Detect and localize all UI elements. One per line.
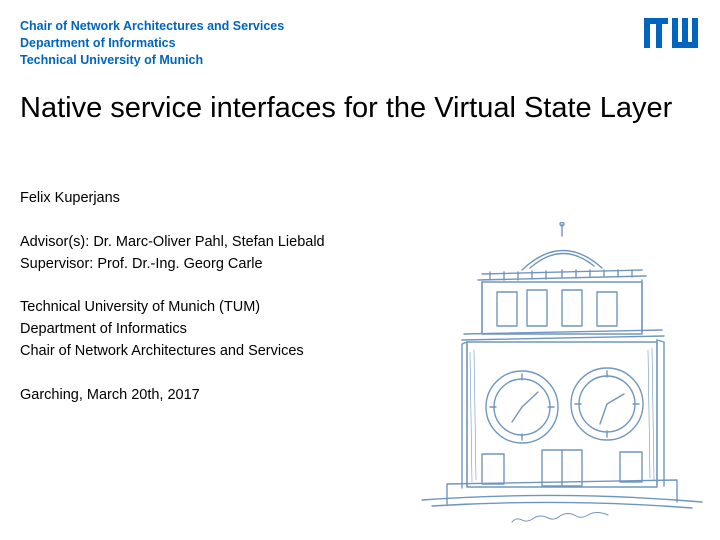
header-line-1: Chair of Network Architectures and Servi… xyxy=(20,18,284,35)
tum-logo-icon xyxy=(644,18,700,48)
clock-tower-sketch-icon xyxy=(412,222,712,532)
slide-header: Chair of Network Architectures and Servi… xyxy=(20,18,700,69)
advisor-block: Advisor(s): Dr. Marc-Oliver Pahl, Stefan… xyxy=(20,232,450,276)
header-line-2: Department of Informatics xyxy=(20,35,284,52)
title-meta: Felix Kuperjans Advisor(s): Dr. Marc-Oli… xyxy=(20,188,450,428)
affiliation-department: Department of Informatics xyxy=(20,319,450,341)
advisors-line: Advisor(s): Dr. Marc-Oliver Pahl, Stefan… xyxy=(20,232,450,254)
header-affiliation: Chair of Network Architectures and Servi… xyxy=(20,18,284,69)
presentation-title: Native service interfaces for the Virtua… xyxy=(20,90,700,126)
affiliation-block: Technical University of Munich (TUM) Dep… xyxy=(20,297,450,362)
supervisor-line: Supervisor: Prof. Dr.-Ing. Georg Carle xyxy=(20,254,450,276)
header-line-3: Technical University of Munich xyxy=(20,52,284,69)
place-date: Garching, March 20th, 2017 xyxy=(20,385,450,407)
author-name: Felix Kuperjans xyxy=(20,188,450,210)
affiliation-chair: Chair of Network Architectures and Servi… xyxy=(20,341,450,363)
affiliation-university: Technical University of Munich (TUM) xyxy=(20,297,450,319)
